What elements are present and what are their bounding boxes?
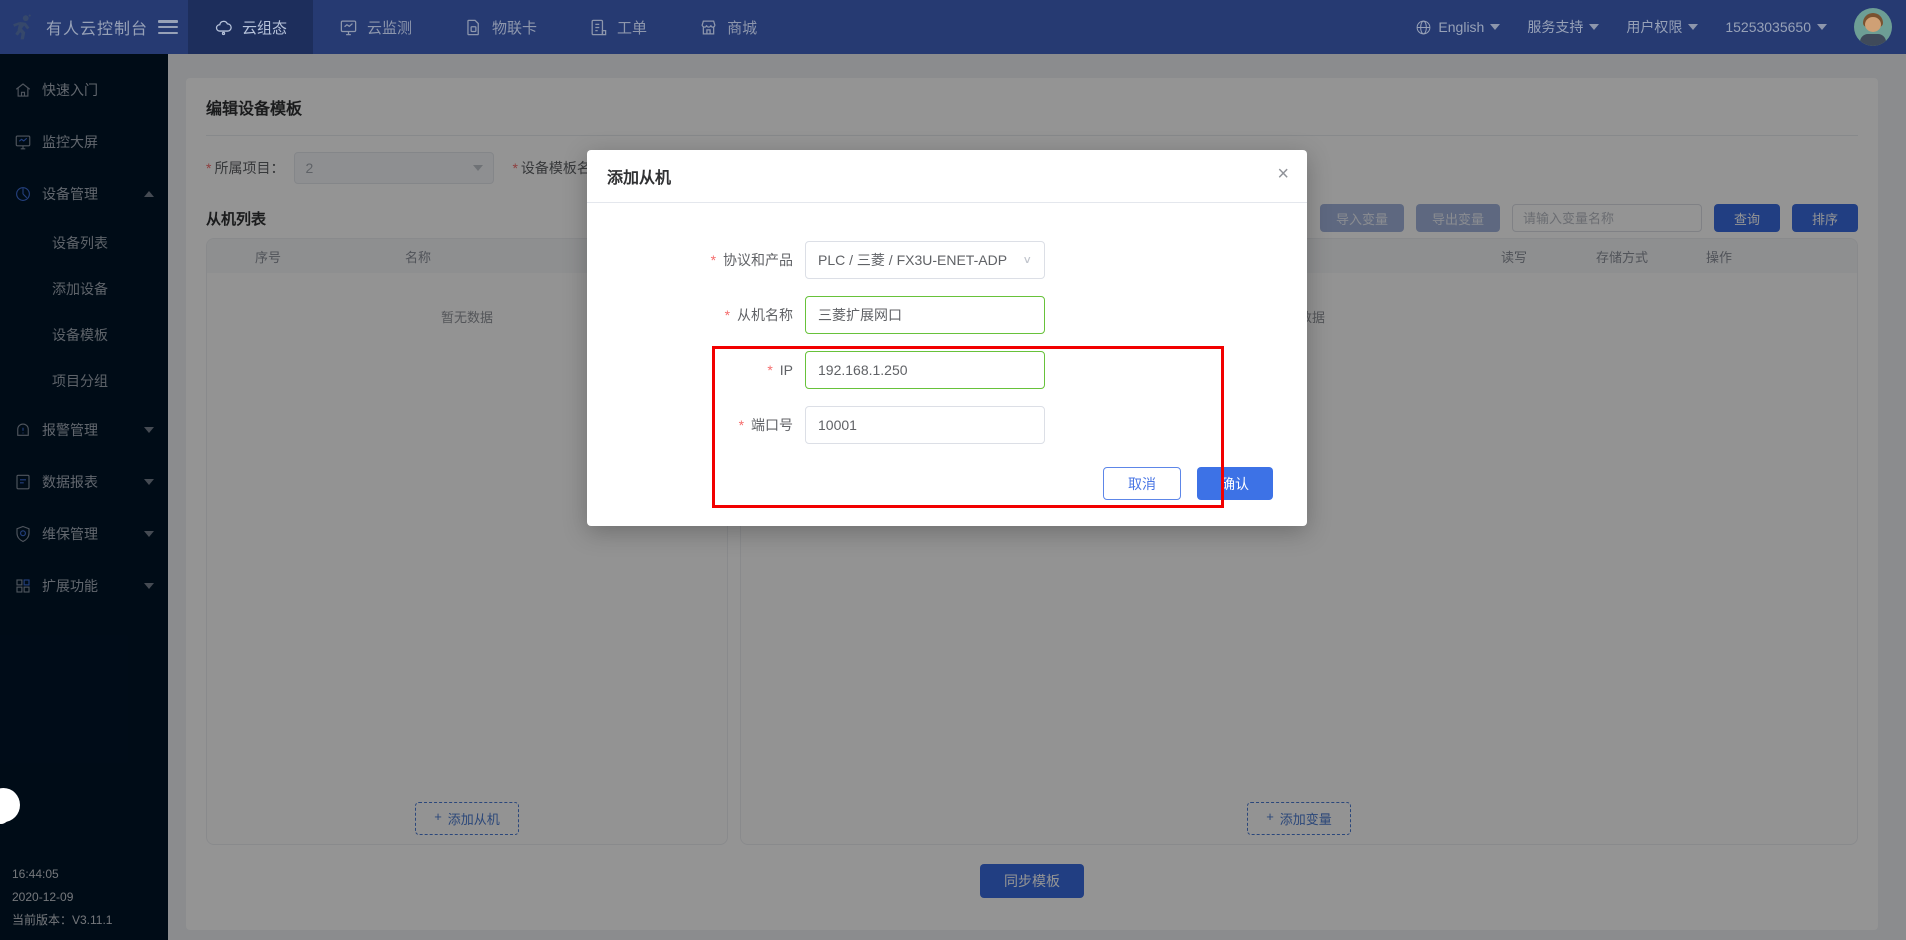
- protocol-select[interactable]: PLC / 三菱 / FX3U-ENET-ADP ∨: [805, 241, 1045, 279]
- caret-down-icon: [1589, 24, 1599, 30]
- nav-item-cloud-monitor[interactable]: 云监测: [313, 0, 438, 54]
- user-avatar[interactable]: [1854, 8, 1892, 46]
- top-navbar: 有人云控制台 云组态 云监测 物联卡 工单: [0, 0, 1906, 54]
- sim-card-icon: [464, 18, 483, 37]
- work-order-icon: [589, 18, 608, 37]
- required-mark: *: [767, 362, 772, 378]
- port-input[interactable]: [805, 406, 1045, 444]
- required-mark: *: [725, 307, 730, 323]
- store-icon: [699, 18, 718, 37]
- ip-label: IP: [780, 362, 793, 378]
- slave-name-row: * 从机名称: [587, 296, 1307, 334]
- chevron-down-icon: ∨: [1022, 254, 1032, 267]
- modal-title: 添加从机: [607, 164, 671, 188]
- service-support-menu[interactable]: 服务支持: [1527, 17, 1599, 37]
- add-slave-modal: 添加从机 × * 协议和产品 PLC / 三菱 / FX3U-ENET-ADP …: [587, 150, 1307, 526]
- protocol-label: 协议和产品: [723, 252, 793, 268]
- required-mark: *: [711, 252, 716, 268]
- nav-item-cloud-config[interactable]: 云组态: [188, 0, 313, 54]
- cancel-button[interactable]: 取消: [1103, 467, 1181, 500]
- modal-footer: 取消 确认: [1103, 467, 1273, 500]
- cloud-icon: [214, 18, 233, 37]
- close-icon[interactable]: ×: [1277, 164, 1289, 184]
- globe-icon: [1415, 19, 1432, 36]
- ip-row: * IP: [587, 351, 1307, 389]
- protocol-row: * 协议和产品 PLC / 三菱 / FX3U-ENET-ADP ∨: [587, 241, 1307, 279]
- nav-item-mall[interactable]: 商城: [673, 0, 783, 54]
- nav-item-work-order[interactable]: 工单: [563, 0, 673, 54]
- nav-item-iot-card[interactable]: 物联卡: [438, 0, 563, 54]
- slave-name-label: 从机名称: [737, 307, 793, 323]
- navbar-right: English 服务支持 用户权限 15253035650: [1415, 8, 1906, 46]
- slave-name-input[interactable]: [805, 296, 1045, 334]
- modal-header: 添加从机 ×: [587, 150, 1307, 203]
- ip-input[interactable]: [805, 351, 1045, 389]
- caret-down-icon: [1490, 24, 1500, 30]
- brand: 有人云控制台: [0, 13, 180, 41]
- brand-title: 有人云控制台: [46, 15, 148, 39]
- hamburger-menu-icon[interactable]: [158, 20, 178, 34]
- required-mark: *: [739, 417, 744, 433]
- account-phone-menu[interactable]: 15253035650: [1725, 19, 1827, 35]
- caret-down-icon: [1817, 24, 1827, 30]
- nav-menu: 云组态 云监测 物联卡 工单 商城: [188, 0, 783, 54]
- port-row: * 端口号: [587, 406, 1307, 444]
- language-selector[interactable]: English: [1415, 19, 1500, 36]
- monitor-icon: [339, 18, 358, 37]
- caret-down-icon: [1688, 24, 1698, 30]
- confirm-button[interactable]: 确认: [1197, 467, 1273, 500]
- user-permissions-menu[interactable]: 用户权限: [1626, 17, 1698, 37]
- port-label: 端口号: [751, 417, 793, 433]
- modal-body: * 协议和产品 PLC / 三菱 / FX3U-ENET-ADP ∨ * 从机名…: [587, 203, 1307, 444]
- youren-logo-icon: [8, 13, 36, 41]
